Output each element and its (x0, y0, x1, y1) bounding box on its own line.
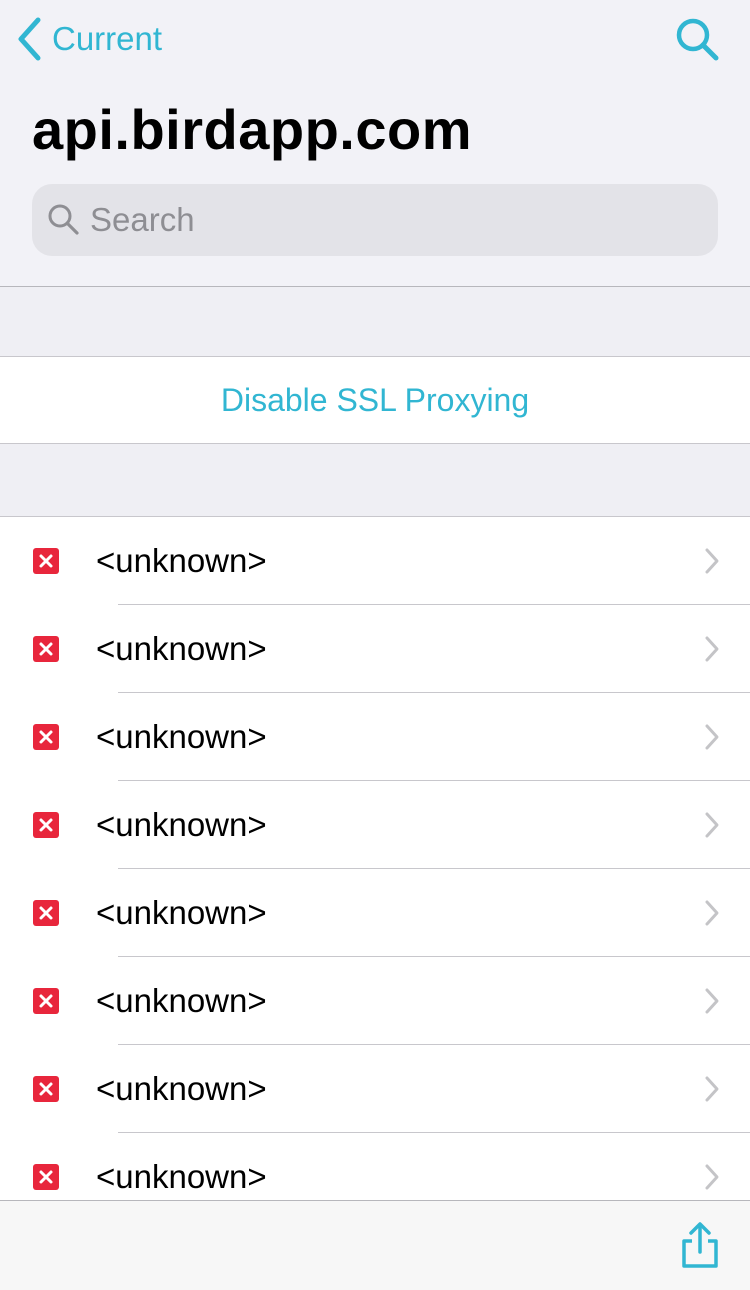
list-item-label: <unknown> (96, 1070, 267, 1107)
chevron-right-icon (705, 636, 719, 662)
request-list: <unknown> <unknown> <unknown> <unknown> … (0, 517, 750, 1200)
list-item[interactable]: <unknown> (0, 1133, 750, 1200)
list-item[interactable]: <unknown> (0, 693, 750, 781)
failed-x-icon (33, 1164, 59, 1190)
chevron-right-icon (705, 812, 719, 838)
list-item-label: <unknown> (96, 806, 267, 843)
failed-x-icon (33, 636, 59, 662)
list-item-label: <unknown> (96, 1158, 267, 1195)
page-title: api.birdapp.com (32, 98, 472, 161)
list-item[interactable]: <unknown> (0, 1045, 750, 1133)
navigation-header: Current api.birdapp.com (0, 0, 750, 287)
back-button[interactable]: Current (16, 14, 162, 64)
failed-x-icon (33, 724, 59, 750)
search-field[interactable] (32, 184, 718, 256)
list-item-label: <unknown> (96, 718, 267, 755)
list-item-label: <unknown> (96, 982, 267, 1019)
chevron-right-icon (705, 988, 719, 1014)
list-item[interactable]: <unknown> (0, 957, 750, 1045)
section-spacer (0, 444, 750, 517)
share-icon[interactable] (680, 1221, 720, 1269)
disable-ssl-proxying-label: Disable SSL Proxying (220, 381, 530, 418)
list-item[interactable]: <unknown> (0, 517, 750, 605)
failed-x-icon (33, 812, 59, 838)
failed-x-icon (33, 988, 59, 1014)
chevron-right-icon (705, 900, 719, 926)
chevron-right-icon (705, 1076, 719, 1102)
search-input[interactable] (90, 184, 690, 256)
chevron-right-icon (705, 1164, 719, 1190)
section-spacer (0, 287, 750, 357)
chevron-right-icon (705, 724, 719, 750)
list-item-label: <unknown> (96, 630, 267, 667)
back-button-label: Current (52, 20, 163, 57)
magnifier-icon (48, 204, 79, 235)
bottom-toolbar (0, 1200, 750, 1290)
chevron-left-icon (18, 17, 41, 61)
list-item[interactable]: <unknown> (0, 605, 750, 693)
failed-x-icon (33, 900, 59, 926)
list-item[interactable]: <unknown> (0, 781, 750, 869)
list-item-label: <unknown> (96, 542, 267, 579)
search-icon[interactable] (674, 16, 720, 62)
chevron-right-icon (705, 548, 719, 574)
failed-x-icon (33, 1076, 59, 1102)
failed-x-icon (33, 548, 59, 574)
list-item[interactable]: <unknown> (0, 869, 750, 957)
list-item-label: <unknown> (96, 894, 267, 931)
disable-ssl-proxying-button[interactable]: Disable SSL Proxying (0, 357, 750, 444)
